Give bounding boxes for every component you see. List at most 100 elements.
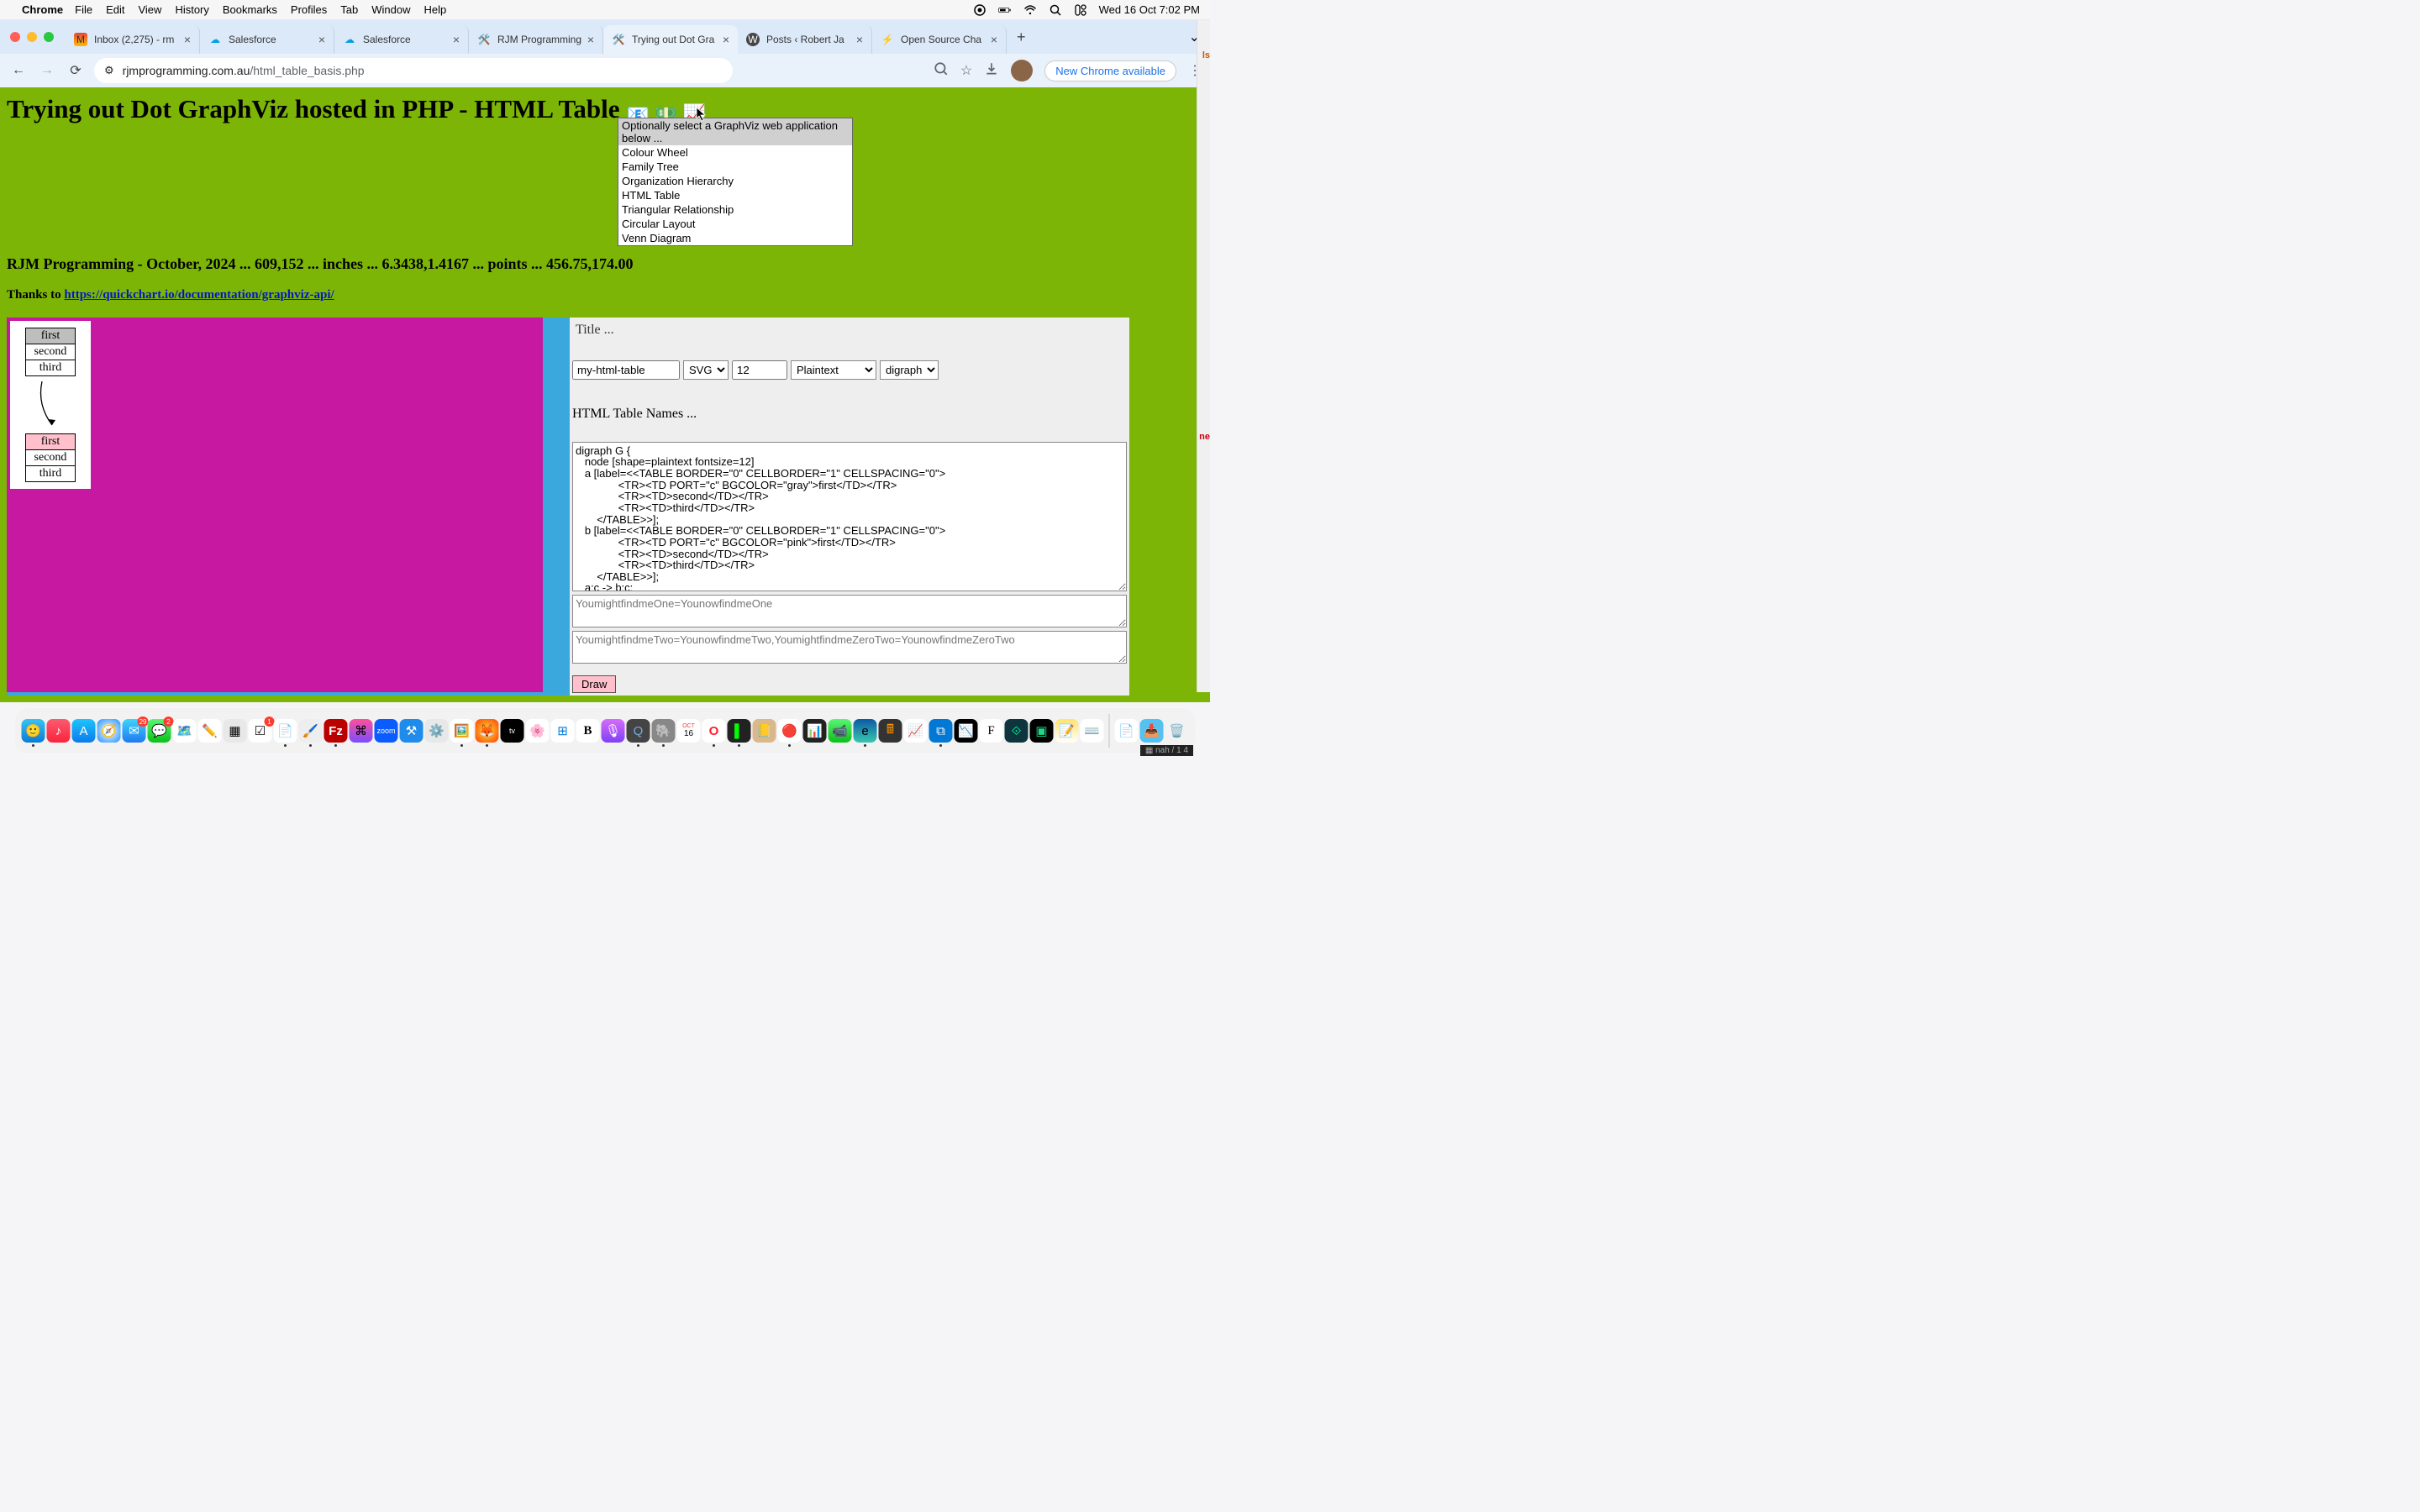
close-icon[interactable]: × [587, 33, 594, 46]
shortcuts-icon[interactable]: ⌘ [350, 719, 373, 743]
select-option[interactable]: Family Tree [618, 160, 852, 174]
calendar-icon[interactable]: OCT16 [677, 719, 701, 743]
karabiner-icon[interactable]: ⌨️ [1081, 719, 1104, 743]
shape-select[interactable]: Plaintext [791, 360, 876, 380]
font-book-icon[interactable]: F [980, 719, 1003, 743]
quicktime-icon[interactable]: Q [627, 719, 650, 743]
window-controls[interactable] [10, 32, 54, 42]
tab-salesforce-1[interactable]: ☁ Salesforce × [200, 25, 334, 54]
close-icon[interactable]: × [318, 33, 325, 46]
close-icon[interactable]: × [856, 33, 863, 46]
activity-monitor-icon[interactable]: 📊 [803, 719, 827, 743]
appstore-icon[interactable]: A [72, 719, 96, 743]
spotlight-icon[interactable] [1049, 3, 1062, 17]
menu-help[interactable]: Help [424, 3, 447, 16]
finder-icon[interactable]: 🙂 [22, 719, 45, 743]
appletv-icon[interactable]: tv [501, 719, 524, 743]
docked-doc-icon[interactable]: 📄 [1115, 719, 1139, 743]
notes-icon[interactable]: 📝 [1055, 719, 1079, 743]
thanks-link[interactable]: https://quickchart.io/documentation/grap… [64, 288, 334, 302]
trash-icon[interactable]: 🗑️ [1165, 719, 1189, 743]
close-icon[interactable]: × [184, 33, 191, 46]
menu-edit[interactable]: Edit [106, 3, 124, 16]
select-option[interactable]: Organization Hierarchy [618, 174, 852, 188]
new-chrome-chip[interactable]: New Chrome available [1044, 60, 1176, 81]
select-option[interactable]: HTML Table [618, 188, 852, 202]
format-select[interactable]: SVG [683, 360, 729, 380]
bookmark-star-icon[interactable]: ☆ [960, 62, 972, 79]
replace-two-textarea[interactable] [572, 631, 1127, 664]
iterm-icon[interactable]: ▌ [728, 719, 751, 743]
paintbrush-icon[interactable]: 🖌️ [299, 719, 323, 743]
minimize-window-icon[interactable] [27, 32, 37, 42]
filezilla-icon[interactable]: Fz [324, 719, 348, 743]
tab-rjm-programming[interactable]: 🛠️ RJM Programming × [469, 25, 603, 54]
bear-icon[interactable]: B [576, 719, 600, 743]
control-center-icon[interactable] [1074, 3, 1087, 17]
draw-button[interactable]: Draw [572, 675, 616, 693]
menubar-appname[interactable]: Chrome [22, 3, 63, 16]
new-tab-button[interactable]: + [1007, 29, 1036, 46]
menu-tab[interactable]: Tab [340, 3, 358, 16]
select-placeholder[interactable]: Optionally select a GraphViz web applica… [618, 118, 852, 145]
tab-open-source[interactable]: ⚡ Open Source Cha × [872, 25, 1007, 54]
edge-icon[interactable]: e [854, 719, 877, 743]
messages-icon[interactable]: 💬2 [148, 719, 171, 743]
firefox-icon[interactable]: 🦊 [476, 719, 499, 743]
menu-history[interactable]: History [175, 3, 208, 16]
zoom-icon[interactable] [934, 61, 949, 81]
music-icon[interactable]: ♪ [47, 719, 71, 743]
downloads-folder-icon[interactable]: 📥 [1140, 719, 1164, 743]
podcasts-icon[interactable]: 🎙 [602, 719, 625, 743]
tab-inbox[interactable]: M Inbox (2,275) - rm × [66, 25, 200, 54]
replace-one-textarea[interactable] [572, 595, 1127, 627]
downloads-icon[interactable] [984, 61, 999, 81]
safari-icon[interactable]: 🧭 [97, 719, 121, 743]
menu-view[interactable]: View [138, 3, 161, 16]
tab-trying-out-dot[interactable]: 🛠️ Trying out Dot Gra × [603, 25, 738, 54]
vscode-icon[interactable]: ⧉ [929, 719, 953, 743]
preview-icon[interactable]: 🖼️ [450, 719, 474, 743]
menu-profiles[interactable]: Profiles [291, 3, 327, 16]
close-icon[interactable]: × [453, 33, 460, 46]
activity-icon[interactable]: 📉 [955, 719, 978, 743]
reload-button[interactable]: ⟳ [66, 60, 86, 81]
close-window-icon[interactable] [10, 32, 20, 42]
battery-icon[interactable] [998, 3, 1012, 17]
engine-select[interactable]: digraph [880, 360, 939, 380]
calculator-icon[interactable]: 🖩 [879, 719, 902, 743]
xcode-icon[interactable]: ⚒ [400, 719, 424, 743]
opera-icon[interactable]: O [702, 719, 726, 743]
zoom-app-icon[interactable]: zoom [375, 719, 398, 743]
textedit-icon[interactable]: 📄 [274, 719, 297, 743]
select-option[interactable]: Colour Wheel [618, 145, 852, 160]
tab-posts-robert[interactable]: W Posts ‹ Robert Ja × [738, 25, 872, 54]
chrome-app-icon[interactable]: 🔴 [778, 719, 802, 743]
close-icon[interactable]: × [723, 33, 729, 46]
facetime-icon[interactable]: 📹 [829, 719, 852, 743]
windows-app-icon[interactable]: ⊞ [551, 719, 575, 743]
grapher-icon[interactable]: 📈 [904, 719, 928, 743]
settings-icon[interactable]: ⚙️ [425, 719, 449, 743]
menubar-datetime[interactable]: Wed 16 Oct 7:02 PM [1099, 3, 1200, 16]
fontsize-input[interactable] [732, 360, 787, 380]
tab-salesforce-2[interactable]: ☁ Salesforce × [334, 25, 469, 54]
back-button[interactable]: ← [8, 60, 29, 81]
profile-avatar[interactable] [1011, 60, 1033, 81]
maps-icon[interactable]: 🗺️ [173, 719, 197, 743]
site-info-icon[interactable]: ⚙ [104, 64, 114, 77]
photos-icon[interactable]: 🌸 [526, 719, 550, 743]
freeform-icon[interactable]: ✏️ [198, 719, 222, 743]
menu-file[interactable]: File [75, 3, 92, 16]
reminders-icon[interactable]: ☑1 [249, 719, 272, 743]
close-icon[interactable]: × [991, 33, 997, 46]
forward-button[interactable]: → [37, 60, 57, 81]
title-input[interactable] [572, 320, 1127, 340]
contacts-icon[interactable]: 📒 [753, 719, 776, 743]
pane-splitter[interactable] [543, 318, 570, 696]
pycharm-icon[interactable]: ▣ [1030, 719, 1054, 743]
select-option[interactable]: Circular Layout [618, 217, 852, 231]
launchpad-icon[interactable]: ▦ [224, 719, 247, 743]
wifi-icon[interactable] [1023, 3, 1037, 17]
graphviz-app-select[interactable]: Optionally select a GraphViz web applica… [618, 118, 853, 246]
